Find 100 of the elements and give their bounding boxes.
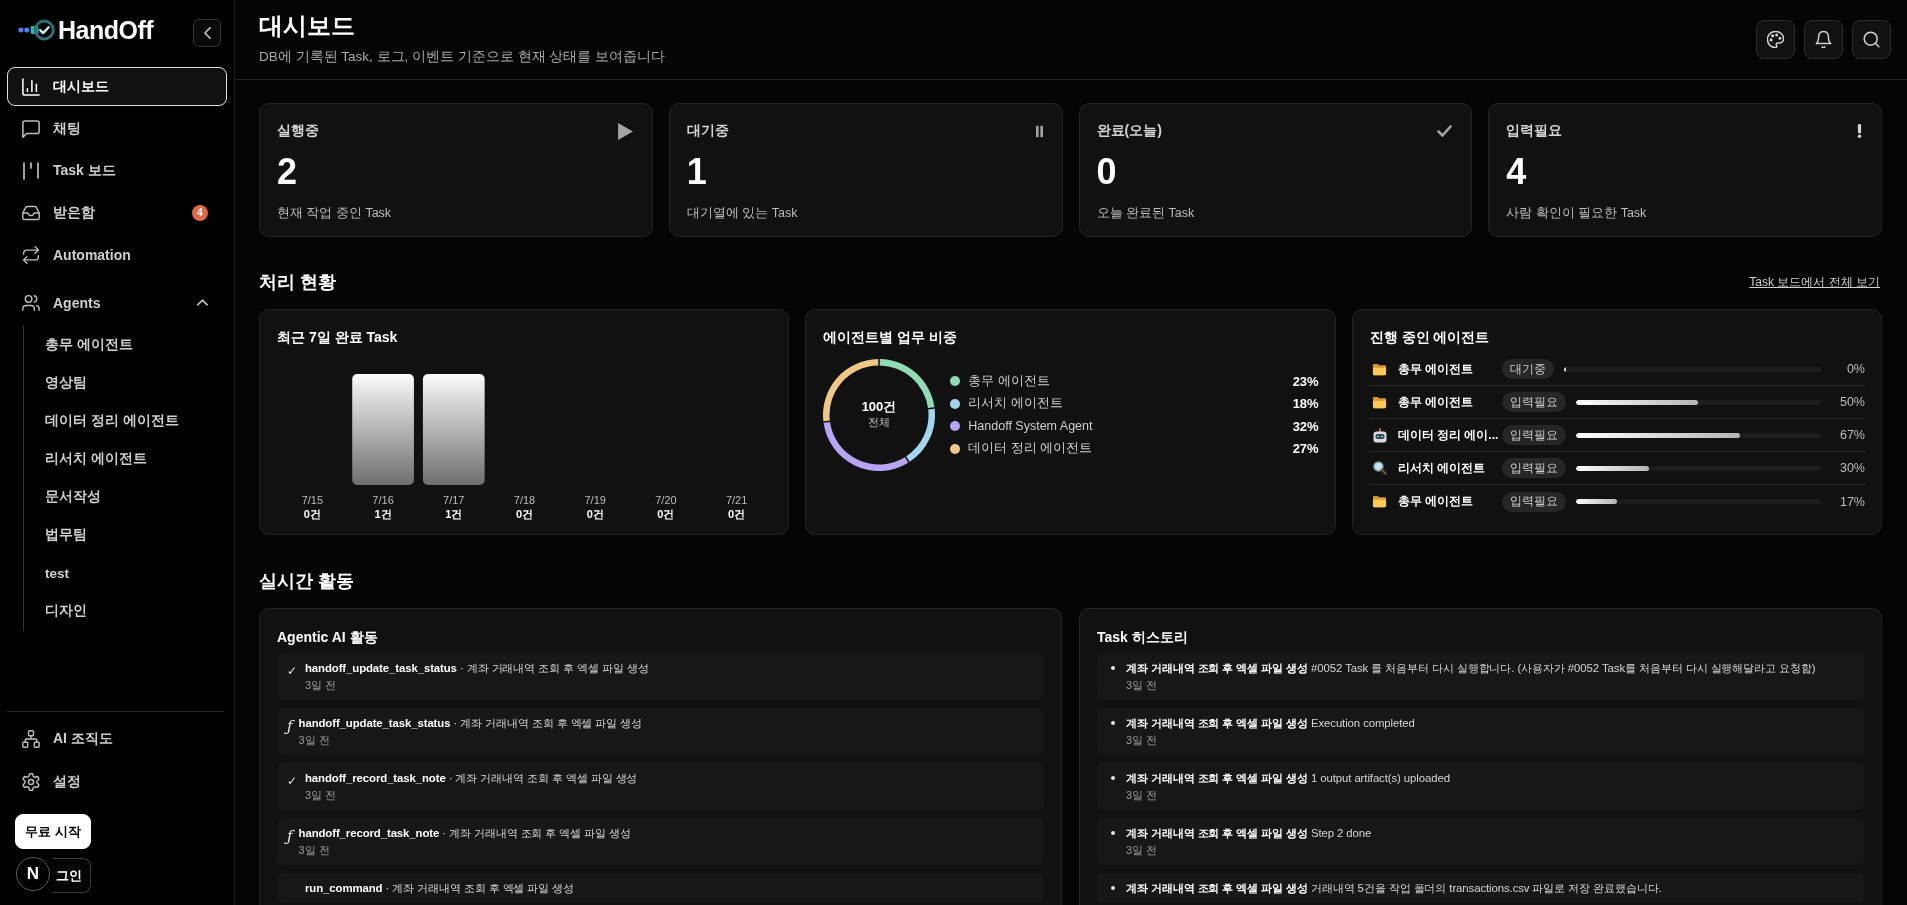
chat-bubble-icon	[22, 119, 40, 138]
check-icon: ✓	[287, 663, 298, 679]
value-label: 0건	[657, 508, 675, 520]
view-all-link[interactable]: Task 보드에서 전체 보기	[1749, 273, 1880, 291]
start-free-button[interactable]: 무료 시작	[15, 814, 91, 849]
timestamp: 3일 전	[1126, 788, 1159, 803]
nav-item[interactable]: 설정	[7, 762, 227, 801]
bar-chart-icon	[22, 77, 40, 96]
legend-label: 리서치 에이전트	[968, 395, 1063, 413]
nav-subitem[interactable]: 영상팀	[24, 364, 227, 402]
dev-tools-button[interactable]: N	[16, 857, 50, 891]
logo-icon	[18, 19, 55, 41]
status-badge: 입력필요	[1501, 392, 1566, 412]
robot-icon	[1372, 427, 1387, 443]
axis-label: 7/16	[372, 494, 394, 506]
axis-label: 7/17	[443, 494, 465, 506]
folder-icon	[1372, 495, 1388, 508]
nav-item[interactable]: Automation	[7, 235, 227, 274]
nav-subitem[interactable]: 총무 에이전트	[24, 326, 227, 364]
activity-text: 계좌 거래내역 조회 후 엑셀 파일 생성 Execution completed	[1126, 716, 1415, 731]
activity-item[interactable]: ✓ handoff_update_task_status · 계좌 거래내역 조회 후 엑셀 파일 생성 3일 전	[277, 653, 1044, 700]
section-title: 처리 현황	[259, 271, 336, 294]
activity-item[interactable]: ƒ handoff_update_task_status · 계좌 거래내역 조회 후 엑셀 파일 생성 3일 전	[277, 708, 1044, 755]
timestamp: 3일 전	[305, 678, 338, 693]
folder-icon	[1372, 395, 1388, 409]
legend-value: 32%	[1292, 418, 1319, 434]
collapse-sidebar-button[interactable]	[193, 19, 221, 47]
agent-name: 총무 에이전트	[1397, 360, 1474, 378]
activity-item[interactable]: 계좌 거래내역 조회 후 엑셀 파일 생성 Execution completed 3일 전	[1097, 708, 1864, 755]
agent-name: 총무 에이전트	[1397, 493, 1474, 510]
org-chart-icon	[22, 729, 40, 748]
bullet-icon	[1111, 831, 1115, 835]
stat-caption: 오늘 완료된 Task	[1096, 205, 1196, 222]
palette-button[interactable]	[1756, 20, 1795, 59]
stat-value: 4	[1506, 152, 1528, 192]
stat-value: 2	[277, 152, 299, 192]
nav-item[interactable]: Task 보드	[7, 151, 227, 190]
swap-arrows-icon	[22, 245, 40, 264]
nav-item[interactable]: Agents	[7, 283, 227, 322]
nav-item[interactable]: AI 조직도	[7, 719, 227, 758]
nav-subitem[interactable]: 법무팀	[24, 516, 227, 554]
activity-item[interactable]: ✓ handoff_record_task_note · 계좌 거래내역 조회 후 엑셀 파일 생성 3일 전	[277, 763, 1044, 810]
stat-value: 1	[686, 152, 708, 192]
activity-item[interactable]: 계좌 거래내역 조회 후 엑셀 파일 생성 #0052 Task 를 처음부터 다시 실행합니다. (사용자가 #0052 Task를 처음부터 다시 실행해달라고 요청함) 3일 전	[1097, 653, 1864, 700]
status-badge: 대기중	[1501, 359, 1554, 379]
activity-text: 계좌 거래내역 조회 후 엑셀 파일 생성 1 output artifact(s) uploaded	[1126, 771, 1450, 786]
progress-percent: 50%	[1838, 395, 1865, 409]
section-title: 실시간 활동	[259, 570, 354, 593]
kanban-icon	[22, 161, 40, 180]
axis-label: 7/19	[584, 494, 606, 506]
stat-value: 0	[1096, 152, 1118, 192]
chevron-left-icon	[203, 27, 211, 39]
status-badge: 입력필요	[1502, 425, 1567, 445]
play-icon	[617, 122, 633, 140]
total-value: 100건	[862, 399, 897, 414]
palette-icon	[1767, 31, 1784, 48]
status-badge: 입력필요	[1501, 491, 1566, 512]
legend-label: Handoff System Agent	[968, 419, 1093, 434]
status-badge: 입력필요	[1501, 458, 1566, 478]
legend-label: 총무 에이전트	[968, 372, 1050, 390]
activity-item[interactable]: 계좌 거래내역 조회 후 엑셀 파일 생성 Step 2 done 3일 전	[1097, 818, 1864, 865]
exclamation-icon	[1857, 124, 1862, 138]
nav-subitem[interactable]: 리서치 에이전트	[24, 440, 227, 478]
activity-item[interactable]: 계좌 거래내역 조회 후 엑셀 파일 생성 거래내역 5건을 작업 폴더의 transactions.csv 파일로 저장 완료했습니다.	[1097, 873, 1864, 903]
activity-item[interactable]: run_command · 계좌 거래내역 조회 후 엑셀 파일 생성	[277, 873, 1044, 903]
value-label: 0건	[303, 508, 321, 520]
activity-item[interactable]: ƒ handoff_record_task_note · 계좌 거래내역 조회 후 엑셀 파일 생성 3일 전	[277, 818, 1044, 865]
agent-name: 총무 에이전트	[1397, 393, 1474, 411]
bullet-icon	[1111, 776, 1115, 780]
nav-item[interactable]: 받은함 4	[7, 193, 227, 232]
bullet-icon	[1111, 721, 1115, 725]
activity-text: run_command · 계좌 거래내역 조회 후 엑셀 파일 생성	[305, 881, 575, 896]
legend-value: 18%	[1292, 396, 1319, 412]
settings-icon	[22, 772, 40, 791]
count-badge: 4	[192, 204, 208, 221]
legend-value: 23%	[1292, 373, 1319, 389]
nav-subitem[interactable]: 데이터 정리 에이전트	[24, 402, 227, 440]
axis-label: 7/20	[655, 494, 677, 506]
agent-name: 데이터 정리 에이...	[1397, 426, 1499, 444]
stat-label: 입력필요	[1506, 122, 1563, 140]
activity-item[interactable]: 계좌 거래내역 조회 후 엑셀 파일 생성 1 output artifact(s) uploaded 3일 전	[1097, 763, 1864, 810]
nav-subitem[interactable]: 디자인	[24, 592, 227, 630]
activity-text: 계좌 거래내역 조회 후 엑셀 파일 생성 Step 2 done	[1126, 826, 1372, 841]
timestamp: 3일 전	[1126, 733, 1159, 748]
stat-caption: 대기열에 있는 Task	[686, 205, 799, 222]
nav-item[interactable]: 채팅	[7, 109, 227, 148]
card-title: Task 히스토리	[1097, 628, 1189, 647]
value-label: 1건	[374, 508, 392, 520]
legend-label: 데이터 정리 에이전트	[968, 440, 1093, 458]
axis-label: 7/18	[513, 494, 536, 506]
notifications-button[interactable]	[1804, 20, 1843, 59]
nav-subitem[interactable]: 문서작성	[24, 478, 227, 516]
login-button[interactable]: 그인	[52, 858, 91, 893]
stat-label: 완료(오늘)	[1096, 122, 1162, 140]
activity-text: 계좌 거래내역 조회 후 엑셀 파일 생성 거래내역 5건을 작업 폴더의 transactions.csv 파일로 저장 완료했습니다.	[1126, 881, 1662, 896]
search-button[interactable]	[1852, 20, 1891, 59]
card-title: 에이전트별 업무 비중	[823, 328, 959, 347]
nav-subitem[interactable]: test	[24, 554, 227, 592]
nav-item[interactable]: 대시보드	[7, 67, 227, 106]
stat-label: 대기중	[686, 122, 729, 140]
